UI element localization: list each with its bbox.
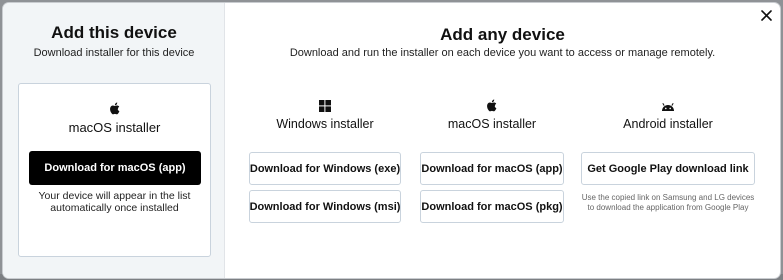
- add-this-device-panel: Add this device Download installer for t…: [3, 3, 225, 278]
- android-note: Use the copied link on Samsung and LG de…: [581, 193, 755, 212]
- close-icon: [760, 9, 772, 21]
- download-macos-app-button[interactable]: Download for macOS (app): [29, 151, 201, 185]
- get-google-play-link-button[interactable]: Get Google Play download link: [581, 152, 755, 185]
- download-windows-msi-button[interactable]: Download for Windows (msi): [249, 190, 401, 223]
- windows-installer-label: Windows installer: [276, 117, 374, 131]
- apple-icon: [109, 102, 120, 120]
- windows-icon: [319, 99, 331, 117]
- close-button[interactable]: [758, 7, 774, 23]
- android-icon: [661, 99, 675, 117]
- add-this-device-subtitle: Download installer for this device: [33, 47, 195, 59]
- download-macos-app-button[interactable]: Download for macOS (app): [420, 152, 564, 185]
- download-macos-pkg-button[interactable]: Download for macOS (pkg): [420, 190, 564, 223]
- macos-installer-label: macOS installer: [447, 117, 537, 131]
- install-note: Your device will appear in the list auto…: [38, 190, 191, 214]
- add-any-device-title: Add any device: [440, 25, 565, 44]
- add-device-modal: Add this device Download installer for t…: [3, 3, 780, 278]
- add-this-device-title: Add this device: [51, 23, 177, 42]
- this-device-installer-card: macOS installer Download for macOS (app)…: [18, 83, 211, 257]
- download-windows-exe-button[interactable]: Download for Windows (exe): [249, 152, 401, 185]
- android-installer-label: Android installer: [623, 117, 713, 131]
- add-any-device-subtitle: Download and run the installer on each d…: [289, 47, 716, 59]
- apple-icon: [486, 99, 497, 117]
- card-title: macOS installer: [68, 120, 161, 135]
